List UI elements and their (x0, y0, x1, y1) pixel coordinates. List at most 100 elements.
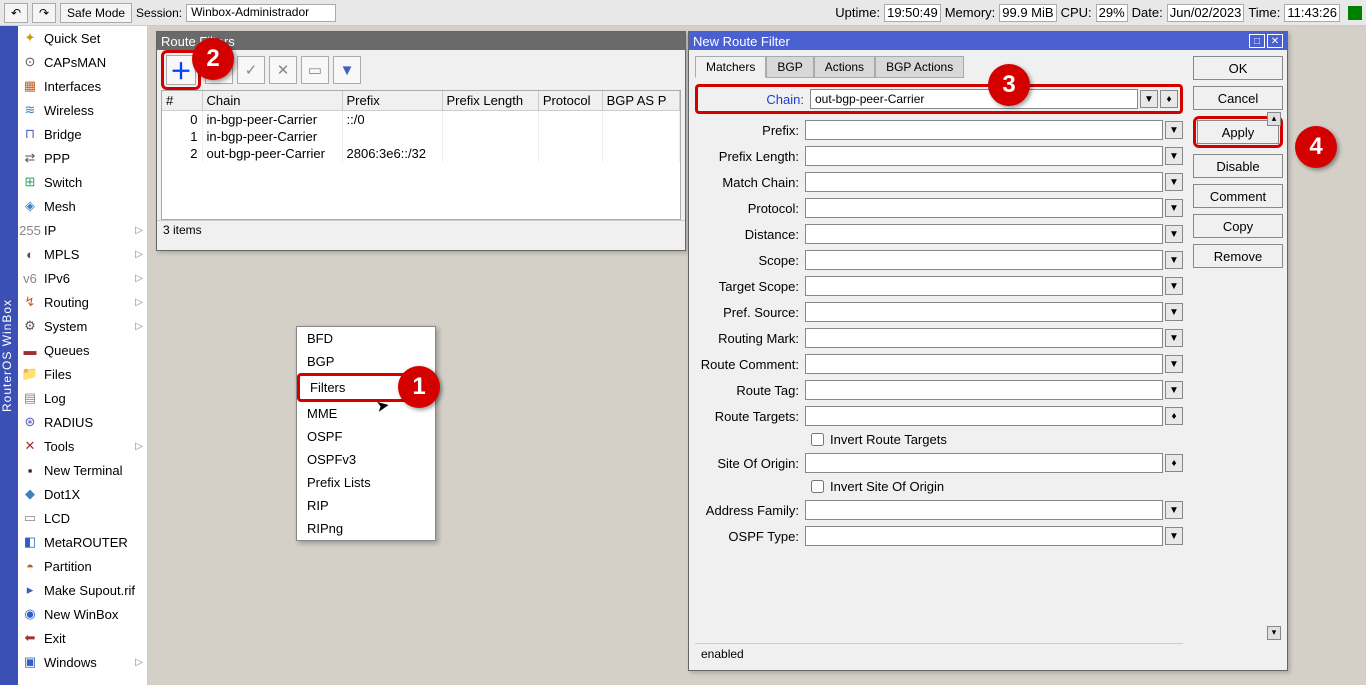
sidebar-item-new-winbox[interactable]: ◉New WinBox (18, 602, 147, 626)
col-header[interactable]: Prefix (342, 91, 442, 111)
sidebar-item-radius[interactable]: ⊛RADIUS (18, 410, 147, 434)
ok-button[interactable]: OK (1193, 56, 1283, 80)
prefix-input[interactable] (805, 120, 1163, 140)
table-row[interactable]: 0in-bgp-peer-Carrier::/0 (162, 111, 680, 129)
sidebar-item-wireless[interactable]: ≋Wireless (18, 98, 147, 122)
sidebar-item-log[interactable]: ▤Log (18, 386, 147, 410)
sidebar-item-windows[interactable]: ▣Windows▷ (18, 650, 147, 674)
sidebar-item-tools[interactable]: ✕Tools▷ (18, 434, 147, 458)
target-scope-arrow-icon[interactable]: ▼ (1165, 277, 1183, 295)
filter-icon[interactable]: ▼ (333, 56, 361, 84)
scroll-down-icon[interactable]: ▾ (1267, 626, 1281, 640)
tab-matchers[interactable]: Matchers (695, 56, 766, 78)
sidebar-item-mesh[interactable]: ◈Mesh (18, 194, 147, 218)
route-comment-input[interactable] (805, 354, 1163, 374)
sidebar-item-dot1x[interactable]: ◆Dot1X (18, 482, 147, 506)
site-origin-arrow-icon[interactable]: ♦ (1165, 454, 1183, 472)
queues-icon: ▬ (22, 342, 38, 358)
submenu-item-bfd[interactable]: BFD (297, 327, 435, 350)
tab-actions[interactable]: Actions (814, 56, 875, 78)
protocol-input[interactable] (805, 198, 1163, 218)
sidebar-item-make-supout.rif[interactable]: ▸Make Supout.rif (18, 578, 147, 602)
tab-bgp[interactable]: BGP (766, 56, 813, 78)
disable-button[interactable]: ✕ (269, 56, 297, 84)
route-comment-arrow-icon[interactable]: ▼ (1165, 355, 1183, 373)
submenu-item-ripng[interactable]: RIPng (297, 517, 435, 540)
sidebar-item-ip[interactable]: 255IP▷ (18, 218, 147, 242)
submenu-item-ospfv3[interactable]: OSPFv3 (297, 448, 435, 471)
sidebar-item-switch[interactable]: ⊞Switch (18, 170, 147, 194)
col-header[interactable]: BGP AS P (602, 91, 679, 111)
invert-site-origin-checkbox[interactable] (811, 480, 824, 493)
scope-arrow-icon[interactable]: ▼ (1165, 251, 1183, 269)
sidebar-item-exit[interactable]: ⬅Exit (18, 626, 147, 650)
comment-button[interactable]: ▭ (301, 56, 329, 84)
col-header[interactable]: # (162, 91, 202, 111)
table-row[interactable]: 2out-bgp-peer-Carrier2806:3e6::/32 (162, 145, 680, 162)
distance-input[interactable] (805, 224, 1163, 244)
route-tag-input[interactable] (805, 380, 1163, 400)
table-row[interactable]: 1in-bgp-peer-Carrier (162, 128, 680, 145)
safe-mode-button[interactable]: Safe Mode (60, 3, 132, 23)
sidebar-item-bridge[interactable]: ⊓Bridge (18, 122, 147, 146)
maximize-icon[interactable]: □ (1249, 34, 1265, 48)
sidebar-item-interfaces[interactable]: ▦Interfaces (18, 74, 147, 98)
submenu-item-ospf[interactable]: OSPF (297, 425, 435, 448)
col-header[interactable]: Prefix Length (442, 91, 538, 111)
nrf-title[interactable]: New Route Filter □ ✕ (689, 32, 1287, 50)
prefix-length-arrow-icon[interactable]: ▼ (1165, 147, 1183, 165)
address-family-input[interactable] (805, 500, 1163, 520)
match-chain-input[interactable] (805, 172, 1163, 192)
target-scope-input[interactable] (805, 276, 1163, 296)
prefix-arrow-icon[interactable]: ▼ (1165, 121, 1183, 139)
sidebar-item-files[interactable]: 📁Files (18, 362, 147, 386)
sidebar-item-queues[interactable]: ▬Queues (18, 338, 147, 362)
scope-input[interactable] (805, 250, 1163, 270)
ospf-type-arrow-icon[interactable]: ▼ (1165, 527, 1183, 545)
submenu-item-rip[interactable]: RIP (297, 494, 435, 517)
route-tag-arrow-icon[interactable]: ▼ (1165, 381, 1183, 399)
col-header[interactable]: Chain (202, 91, 342, 111)
cancel-button[interactable]: Cancel (1193, 86, 1283, 110)
sidebar-item-ipv6[interactable]: v6IPv6▷ (18, 266, 147, 290)
sidebar-item-lcd[interactable]: ▭LCD (18, 506, 147, 530)
sidebar-item-ppp[interactable]: ⇄PPP (18, 146, 147, 170)
route-targets-arrow-icon[interactable]: ♦ (1165, 407, 1183, 425)
route-targets-input[interactable] (805, 406, 1163, 426)
ospf-type-input[interactable] (805, 526, 1163, 546)
chain-expand-icon[interactable]: ♦ (1160, 90, 1178, 108)
close-icon[interactable]: ✕ (1267, 34, 1283, 48)
sidebar-item-mpls[interactable]: ◐MPLS▷ (18, 242, 147, 266)
protocol-arrow-icon[interactable]: ▼ (1165, 199, 1183, 217)
sidebar-item-capsman[interactable]: ⊙CAPsMAN (18, 50, 147, 74)
redo-button[interactable]: ↷ (32, 3, 56, 23)
sidebar-item-quick-set[interactable]: ✦Quick Set (18, 26, 147, 50)
col-header[interactable]: Protocol (538, 91, 602, 111)
site-origin-input[interactable] (805, 453, 1163, 473)
sidebar-item-metarouter[interactable]: ◧MetaROUTER (18, 530, 147, 554)
pref-source-arrow-icon[interactable]: ▼ (1165, 303, 1183, 321)
sidebar-item-routing[interactable]: ↯Routing▷ (18, 290, 147, 314)
routing-mark-arrow-icon[interactable]: ▼ (1165, 329, 1183, 347)
prefix-length-input[interactable] (805, 146, 1163, 166)
enable-button[interactable]: ✓ (237, 56, 265, 84)
undo-button[interactable]: ↶ (4, 3, 28, 23)
chain-dropdown-icon[interactable]: ▼ (1140, 90, 1158, 108)
submenu-item-prefix-lists[interactable]: Prefix Lists (297, 471, 435, 494)
match-chain-arrow-icon[interactable]: ▼ (1165, 173, 1183, 191)
pref-source-input[interactable] (805, 302, 1163, 322)
sidebar-item-partition[interactable]: ◓Partition (18, 554, 147, 578)
address-family-arrow-icon[interactable]: ▼ (1165, 501, 1183, 519)
sidebar-item-new-terminal[interactable]: ▪New Terminal (18, 458, 147, 482)
tab-bgp-actions[interactable]: BGP Actions (875, 56, 964, 78)
distance-arrow-icon[interactable]: ▼ (1165, 225, 1183, 243)
nrf-scroll[interactable]: ▴▾ (1267, 112, 1281, 640)
scroll-up-icon[interactable]: ▴ (1267, 112, 1281, 126)
chain-input[interactable] (810, 89, 1138, 109)
sidebar-item-system[interactable]: ⚙System▷ (18, 314, 147, 338)
session-value[interactable]: Winbox-Administrador (186, 4, 336, 22)
route-filters-title[interactable]: Route Filters (157, 32, 685, 50)
routing-submenu: BFDBGPFiltersMMEOSPFOSPFv3Prefix ListsRI… (296, 326, 436, 541)
routing-mark-input[interactable] (805, 328, 1163, 348)
invert-route-targets-checkbox[interactable] (811, 433, 824, 446)
